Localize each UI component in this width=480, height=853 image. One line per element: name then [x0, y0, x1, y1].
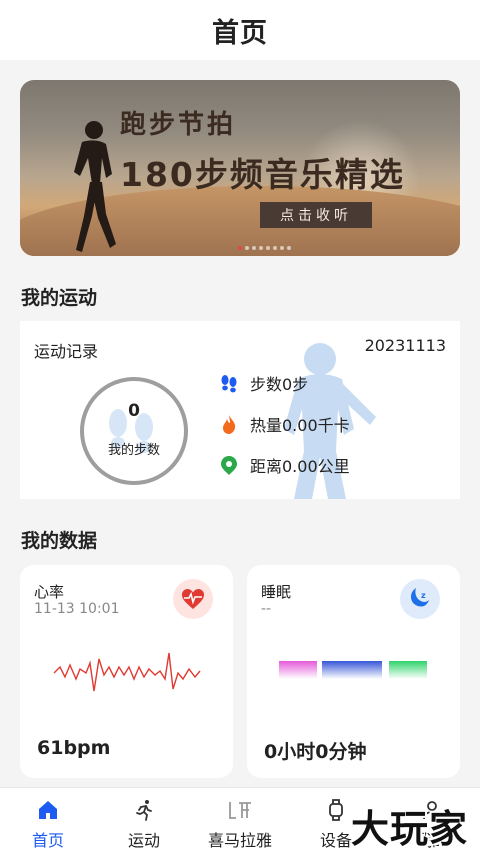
- stat-calories: 热量0.00千卡: [218, 412, 350, 436]
- banner-dot[interactable]: [266, 246, 270, 250]
- heart-rate-time: 11-13 10:01: [34, 601, 120, 617]
- heart-rate-value: 61bpm: [37, 737, 111, 759]
- sleep-card[interactable]: 睡眠 -- z 0小时0分钟: [247, 565, 460, 778]
- tab-device-label: 设备: [319, 831, 352, 850]
- stat-calories-text: 热量0.00千卡: [250, 416, 350, 435]
- sleep-title: 睡眠: [261, 583, 292, 601]
- banner-dot[interactable]: [238, 246, 242, 250]
- stat-steps-text: 步数0步: [250, 375, 309, 394]
- tab-home[interactable]: 首页: [0, 788, 96, 853]
- steps-caption: 我的步数: [107, 443, 160, 458]
- banner-dot[interactable]: [280, 246, 284, 250]
- stat-steps: 步数0步: [218, 371, 308, 395]
- stat-distance-text: 距离0.00公里: [250, 457, 350, 476]
- steps-count: 0: [128, 401, 140, 421]
- sleep-stage-bars: [279, 661, 427, 679]
- banner-dot[interactable]: [287, 246, 291, 250]
- flame-icon: [223, 415, 236, 434]
- heart-rate-icon: [173, 579, 213, 619]
- banner-subheadline: 180步频音乐精选: [120, 155, 405, 194]
- watermark-text: 大玩家: [350, 807, 468, 851]
- title-bar: 首页: [0, 0, 480, 60]
- tab-sport[interactable]: 运动: [96, 788, 192, 853]
- banner-dot[interactable]: [273, 246, 277, 250]
- listen-button[interactable]: 点击收听: [260, 202, 372, 228]
- tab-home-label: 首页: [31, 831, 64, 850]
- sport-record-label: 运动记录: [34, 342, 99, 361]
- promo-banner[interactable]: 跑步节拍 180步频音乐精选 点击收听: [20, 80, 460, 256]
- heart-rate-card[interactable]: 心率 11-13 10:01 61bpm: [20, 565, 233, 778]
- sleep-time: --: [261, 601, 272, 617]
- footprints-icon: [221, 375, 237, 393]
- tab-sport-label: 运动: [127, 831, 160, 850]
- banner-dot[interactable]: [259, 246, 263, 250]
- sport-record-card[interactable]: 运动记录 20231113 0 我的步数 步数0步 热量0.00千卡 距离0.0…: [20, 321, 460, 499]
- watch-icon: [323, 797, 349, 823]
- tab-ximalaya[interactable]: 喜马拉雅: [192, 788, 288, 853]
- sport-record-date: 20231113: [364, 336, 446, 355]
- running-icon: [131, 797, 157, 823]
- page-title: 首页: [212, 17, 268, 49]
- sleep-value: 0小时0分钟: [264, 741, 367, 763]
- svg-text:z: z: [421, 591, 426, 600]
- my-sport-heading: 我的运动: [21, 287, 98, 309]
- ximalaya-icon: [227, 797, 253, 823]
- moon-sleep-icon: z: [400, 579, 440, 619]
- heart-rate-title: 心率: [34, 583, 65, 601]
- banner-dot[interactable]: [252, 246, 256, 250]
- banner-pagination: [238, 246, 291, 250]
- home-icon: [35, 797, 61, 823]
- banner-headline: 跑步节拍: [120, 110, 237, 140]
- my-data-heading: 我的数据: [21, 530, 98, 552]
- tab-ximalaya-label: 喜马拉雅: [207, 831, 272, 850]
- stat-distance: 距离0.00公里: [218, 453, 350, 477]
- heart-rate-waveform: [53, 652, 201, 692]
- location-pin-icon: [221, 456, 237, 475]
- banner-dot[interactable]: [245, 246, 249, 250]
